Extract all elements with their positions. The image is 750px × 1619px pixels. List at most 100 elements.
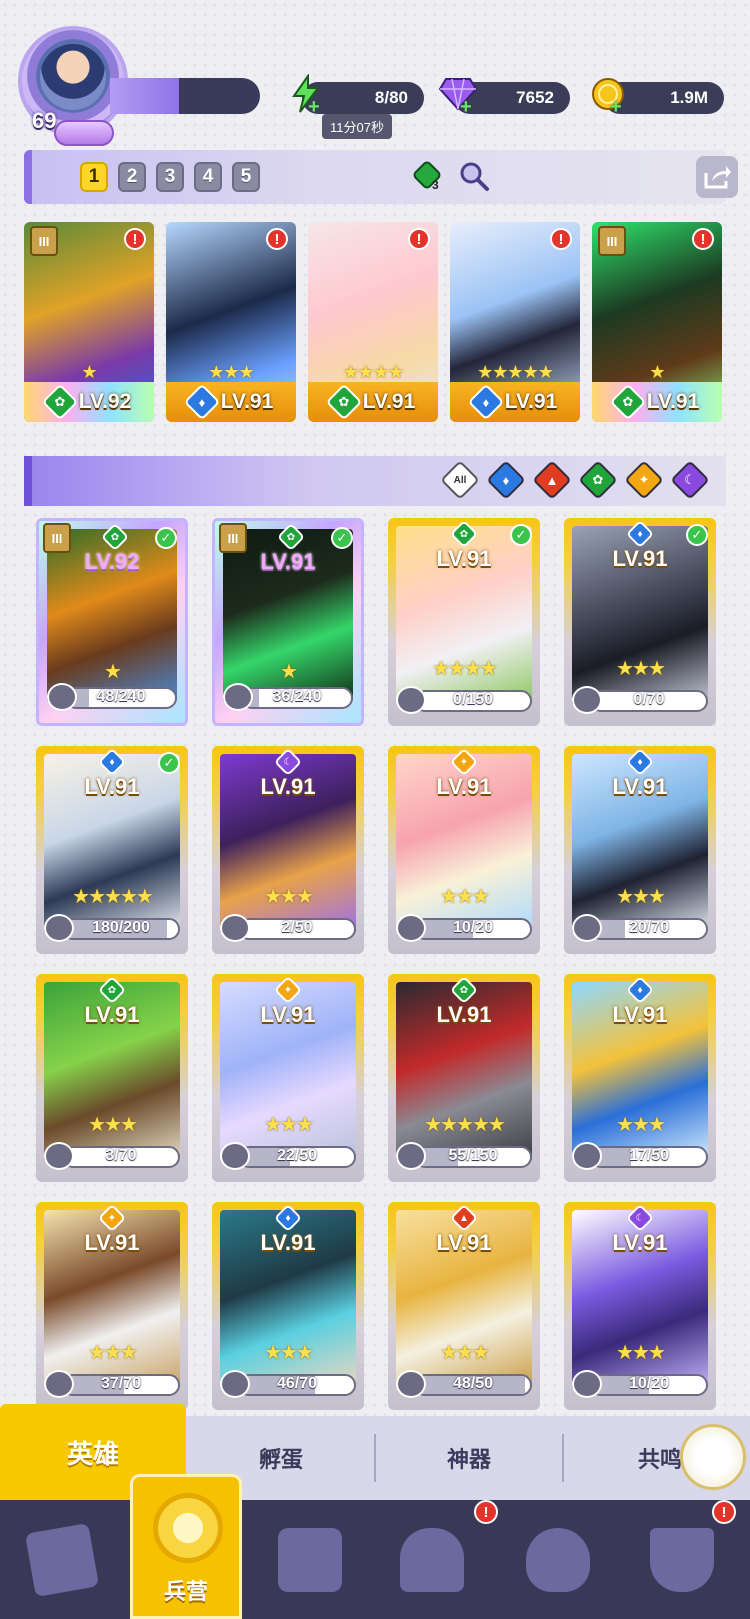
filter-light-icon[interactable]: ✦ xyxy=(624,460,664,500)
shard-count: 3/70 xyxy=(105,1147,137,1164)
team-member-card[interactable]: III ! ★ ✿ LV.92 xyxy=(24,222,154,422)
star-rating: ★★★ xyxy=(264,1342,314,1364)
team-member-card[interactable]: ! ★★★★ ✿ LV.91 xyxy=(308,222,438,422)
shard-count: 48/50 xyxy=(452,1375,494,1392)
energy-timer: 11分07秒 xyxy=(322,114,392,139)
filter-all-icon[interactable]: All xyxy=(440,460,480,500)
star-rating: ★★★ xyxy=(264,1114,314,1136)
filter-label: ✦ xyxy=(638,472,650,487)
star-rating: ★★★★★ xyxy=(72,886,154,908)
tier-badge: III xyxy=(598,226,626,256)
hero-grid: III ✿ ✓ LV.92 ★ 48/240 III ✿ ✓ LV.91 ★ 3… xyxy=(36,518,726,1410)
shard-progress: 48/50 xyxy=(396,1370,532,1398)
shard-count: 10/20 xyxy=(628,1375,670,1392)
team-bar: 12345 3 xyxy=(24,150,738,204)
nav-barracks[interactable]: 兵营 xyxy=(130,1474,242,1619)
team-tab-1[interactable]: 1 xyxy=(80,162,108,192)
alert-badge: ! xyxy=(266,228,288,250)
player-level: 69 xyxy=(32,108,57,133)
hero-card[interactable]: ☾ LV.91 ★★★ 2/50 xyxy=(212,746,364,954)
shard-count: 2/50 xyxy=(281,919,313,936)
hero-card[interactable]: ✦ LV.91 ★★★ 37/70 xyxy=(36,1202,188,1410)
summon-icon[interactable] xyxy=(518,1520,598,1600)
shop-icon[interactable] xyxy=(392,1520,472,1600)
gold-value: 1.9M xyxy=(670,88,708,107)
filter-water-icon[interactable]: ♦ xyxy=(486,460,526,500)
shard-progress: 10/20 xyxy=(396,914,532,942)
team-tab-2[interactable]: 2 xyxy=(118,162,146,192)
filter-nature-icon[interactable]: ✿ xyxy=(578,460,618,500)
shard-progress: 0/70 xyxy=(572,686,708,714)
shard-count: 46/70 xyxy=(276,1375,318,1392)
gem-value: 7652 xyxy=(516,88,554,107)
star-rating: ★ xyxy=(649,362,665,382)
shard-count: 20/70 xyxy=(628,919,670,936)
hero-card[interactable]: ✿ LV.91 ★★★★★ 55/150 xyxy=(388,974,540,1182)
cards-icon[interactable] xyxy=(22,1520,102,1600)
shard-count: 36/240 xyxy=(272,688,322,705)
star-rating: ★ xyxy=(280,661,298,683)
hero-card[interactable]: ♦ LV.91 ★★★ 46/70 xyxy=(212,1202,364,1410)
shard-progress: 180/200 xyxy=(44,914,180,942)
hero-card[interactable]: ♦ ✓ LV.91 ★★★★★ 180/200 xyxy=(36,746,188,954)
shard-progress: 20/70 xyxy=(572,914,708,942)
filter-label: All xyxy=(453,474,467,486)
hero-card[interactable]: ✿ LV.91 ★★★ 3/70 xyxy=(36,974,188,1182)
filter-dark-icon[interactable]: ☾ xyxy=(670,460,710,500)
sub-tab-bar: 英雄 孵蛋 神器 共鸣 xyxy=(0,1404,750,1500)
checkmark-icon: ✓ xyxy=(331,527,353,549)
star-rating: ★★★ xyxy=(616,886,666,908)
hero-level: LV.91 xyxy=(612,546,668,571)
compass-icon[interactable] xyxy=(680,1424,746,1490)
hero-card[interactable]: ♦ LV.91 ★★★ 17/50 xyxy=(564,974,716,1182)
alert-badge: ! xyxy=(124,228,146,250)
shard-progress: 37/70 xyxy=(44,1370,180,1398)
hero-level: LV.91 xyxy=(436,1230,492,1255)
star-rating: ★★★ xyxy=(616,1114,666,1136)
hero-card[interactable]: ✿ ✓ LV.91 ★★★★ 0/150 xyxy=(388,518,540,726)
hero-card[interactable]: III ✿ ✓ LV.92 ★ 48/240 xyxy=(36,518,188,726)
hero-card[interactable]: ▲ LV.91 ★★★ 48/50 xyxy=(388,1202,540,1410)
guild-alert-badge: ! xyxy=(712,1500,736,1524)
tab-artifacts[interactable]: 神器 xyxy=(376,1416,562,1500)
search-icon[interactable] xyxy=(458,160,490,192)
hero-card[interactable]: III ✿ ✓ LV.91 ★ 36/240 xyxy=(212,518,364,726)
hero-card[interactable]: ☾ LV.91 ★★★ 10/20 xyxy=(564,1202,716,1410)
element-filters: All ♦ ▲ ✿ ✦ ☾ xyxy=(440,460,710,500)
hero-level: LV.91 xyxy=(84,1230,140,1255)
hero-level: LV.91 xyxy=(220,390,274,413)
add-gold-icon[interactable]: + xyxy=(610,96,622,119)
star-rating: ★ xyxy=(104,661,122,683)
avatar-badge xyxy=(54,120,114,146)
checkmark-icon: ✓ xyxy=(158,752,180,774)
shard-progress: 55/150 xyxy=(396,1142,532,1170)
team-member-card[interactable]: III ! ★ ✿ LV.91 xyxy=(592,222,722,422)
team-tab-5[interactable]: 5 xyxy=(232,162,260,192)
add-energy-icon[interactable]: + xyxy=(308,96,320,119)
map-icon[interactable] xyxy=(270,1520,350,1600)
top-bar: 69 + 8/80 11分07秒 + 7652 + 1.9M xyxy=(0,0,750,146)
hero-level: LV.91 xyxy=(260,1230,316,1255)
shard-progress: 3/70 xyxy=(44,1142,180,1170)
hero-level: LV.91 xyxy=(436,1002,492,1027)
star-rating: ★★★ xyxy=(440,886,490,908)
lightning-icon: + xyxy=(284,72,328,119)
hero-card[interactable]: ✦ LV.91 ★★★ 10/20 xyxy=(388,746,540,954)
hero-card[interactable]: ♦ LV.91 ★★★ 20/70 xyxy=(564,746,716,954)
energy-counter[interactable]: + 8/80 xyxy=(292,74,424,118)
filter-fire-icon[interactable]: ▲ xyxy=(532,460,572,500)
hero-card[interactable]: ✦ LV.91 ★★★ 22/50 xyxy=(212,974,364,1182)
team-tab-3[interactable]: 3 xyxy=(156,162,184,192)
hero-level: LV.91 xyxy=(646,390,700,413)
share-icon[interactable] xyxy=(696,156,738,198)
team-member-card[interactable]: ! ★★★ ♦ LV.91 xyxy=(166,222,296,422)
gold-counter[interactable]: + 1.9M xyxy=(592,78,724,118)
team-member-card[interactable]: ! ★★★★★ ♦ LV.91 xyxy=(450,222,580,422)
shard-progress: 10/20 xyxy=(572,1370,708,1398)
add-gems-icon[interactable]: + xyxy=(460,96,472,119)
hero-card[interactable]: ♦ ✓ LV.91 ★★★ 0/70 xyxy=(564,518,716,726)
star-rating: ★★★ xyxy=(440,1342,490,1364)
gem-counter[interactable]: + 7652 xyxy=(438,78,570,118)
team-tab-4[interactable]: 4 xyxy=(194,162,222,192)
guild-icon[interactable] xyxy=(642,1520,722,1600)
